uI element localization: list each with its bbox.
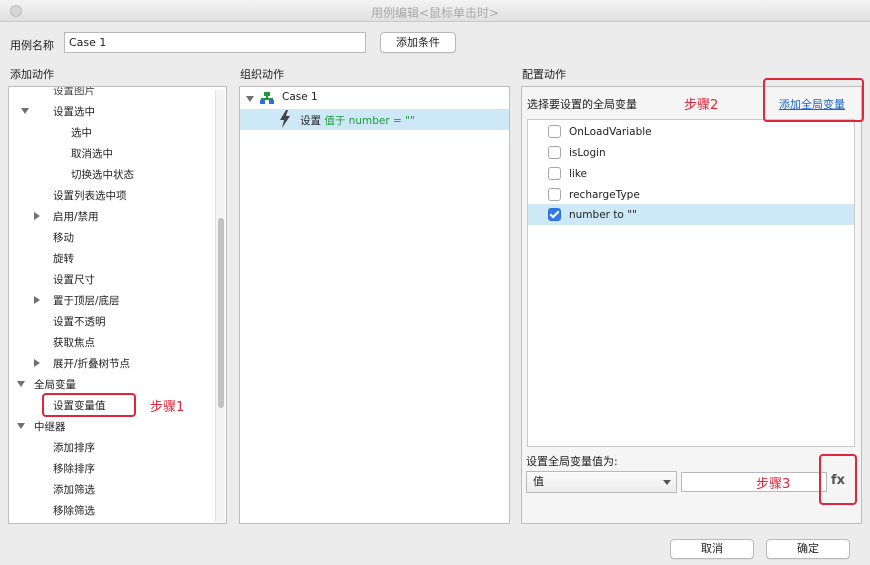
tree-item-expand-collapse-tree[interactable]: 展开/折叠树节点 bbox=[53, 356, 130, 371]
tree-item-rotate[interactable]: 旋转 bbox=[53, 251, 74, 266]
chevron-down-icon bbox=[663, 480, 671, 485]
tree-item-set-selected[interactable]: 设置选中 bbox=[53, 104, 95, 119]
chevron-down-icon[interactable] bbox=[246, 96, 254, 102]
check-icon bbox=[549, 208, 560, 219]
tree-item-add-sort[interactable]: 添加排序 bbox=[53, 440, 95, 455]
step1-highlight-box bbox=[42, 393, 136, 417]
configure-actions-panel: 选择要设置的全局变量 步骤2 添加全局变量 OnLoadVariable isL… bbox=[521, 86, 862, 524]
ok-button[interactable]: 确定 bbox=[766, 539, 850, 559]
variable-name: rechargeType bbox=[569, 189, 640, 201]
tree-item-repeater[interactable]: 中继器 bbox=[34, 419, 66, 434]
variable-checkbox-onloadvariable[interactable] bbox=[548, 125, 561, 138]
tree-item-global-variables[interactable]: 全局变量 bbox=[34, 377, 76, 392]
chevron-down-icon[interactable] bbox=[17, 423, 25, 429]
tree-item-set-opacity[interactable]: 设置不透明 bbox=[53, 314, 106, 329]
variable-checkbox-islogin[interactable] bbox=[548, 146, 561, 159]
variable-checkbox-number[interactable] bbox=[548, 208, 561, 221]
tree-item-unselect[interactable]: 取消选中 bbox=[71, 146, 113, 161]
tree-item-move[interactable]: 移动 bbox=[53, 230, 74, 245]
value-type-selected: 值 bbox=[533, 475, 544, 488]
title-bar: 用例编辑<鼠标单击时> bbox=[0, 0, 870, 22]
add-actions-header: 添加动作 bbox=[10, 68, 54, 81]
step2-annotation: 步骤2 bbox=[684, 98, 719, 113]
organize-actions-header: 组织动作 bbox=[240, 68, 284, 81]
variable-name: OnLoadVariable bbox=[569, 126, 652, 138]
tree-item-set-size[interactable]: 设置尺寸 bbox=[53, 272, 95, 287]
step3-annotation: 步骤3 bbox=[756, 477, 791, 492]
tree-item-set-list-selection[interactable]: 设置列表选中项 bbox=[53, 188, 127, 203]
chevron-down-icon[interactable] bbox=[21, 108, 29, 114]
variable-name: number to "" bbox=[569, 209, 637, 221]
configure-actions-header: 配置动作 bbox=[522, 68, 566, 81]
tree-item-remove-filter[interactable]: 移除筛选 bbox=[53, 503, 95, 518]
organize-actions-panel: Case 1 设置 值于 number = "" bbox=[239, 86, 510, 524]
add-actions-panel: 设置图片 设置选中 选中 取消选中 切换选中状态 设置列表选中项 启用/禁用 移… bbox=[8, 86, 227, 524]
case-label[interactable]: Case 1 bbox=[282, 91, 318, 103]
chevron-right-icon[interactable] bbox=[34, 359, 40, 367]
step2-highlight-box bbox=[763, 78, 864, 122]
tree-item-set-image[interactable]: 设置图片 bbox=[53, 87, 95, 98]
case-icon bbox=[260, 92, 274, 104]
scrollbar-thumb[interactable] bbox=[218, 218, 224, 408]
set-value-label: 设置全局变量值为: bbox=[526, 455, 618, 468]
tree-item-focus[interactable]: 获取焦点 bbox=[53, 335, 95, 350]
tree-item-add-filter[interactable]: 添加筛选 bbox=[53, 482, 95, 497]
case-name-label: 用例名称 bbox=[10, 39, 54, 52]
tree-item-bring-front-back[interactable]: 置于顶层/底层 bbox=[53, 293, 120, 308]
add-condition-button[interactable]: 添加条件 bbox=[380, 32, 456, 53]
value-type-select[interactable]: 值 bbox=[526, 471, 677, 493]
lightning-icon bbox=[280, 110, 290, 128]
select-variable-subheader: 选择要设置的全局变量 bbox=[527, 98, 637, 111]
value-input[interactable] bbox=[681, 472, 827, 492]
action-detail: 值于 number = "" bbox=[324, 115, 415, 127]
cancel-button[interactable]: 取消 bbox=[670, 539, 754, 559]
step3-highlight-box bbox=[819, 454, 857, 505]
tree-item-select[interactable]: 选中 bbox=[71, 125, 92, 140]
scrollbar[interactable] bbox=[215, 90, 225, 522]
variable-checkbox-like[interactable] bbox=[548, 167, 561, 180]
case-name-input[interactable]: Case 1 bbox=[64, 32, 366, 53]
variable-name: isLogin bbox=[569, 147, 606, 159]
tree-item-remove-sort[interactable]: 移除排序 bbox=[53, 461, 95, 476]
variable-list: OnLoadVariable isLogin like rechargeType… bbox=[527, 119, 855, 447]
variable-name: like bbox=[569, 168, 588, 180]
tree-item-enable-disable[interactable]: 启用/禁用 bbox=[53, 209, 99, 224]
chevron-right-icon[interactable] bbox=[34, 212, 40, 220]
tree-item-toggle-selected[interactable]: 切换选中状态 bbox=[71, 167, 134, 182]
chevron-right-icon[interactable] bbox=[34, 296, 40, 304]
step1-annotation: 步骤1 bbox=[150, 400, 185, 415]
chevron-down-icon[interactable] bbox=[17, 381, 25, 387]
variable-checkbox-rechargetype[interactable] bbox=[548, 188, 561, 201]
action-prefix: 设置 bbox=[300, 115, 321, 127]
action-text[interactable]: 设置 值于 number = "" bbox=[300, 113, 415, 128]
window-title: 用例编辑<鼠标单击时> bbox=[370, 6, 500, 20]
